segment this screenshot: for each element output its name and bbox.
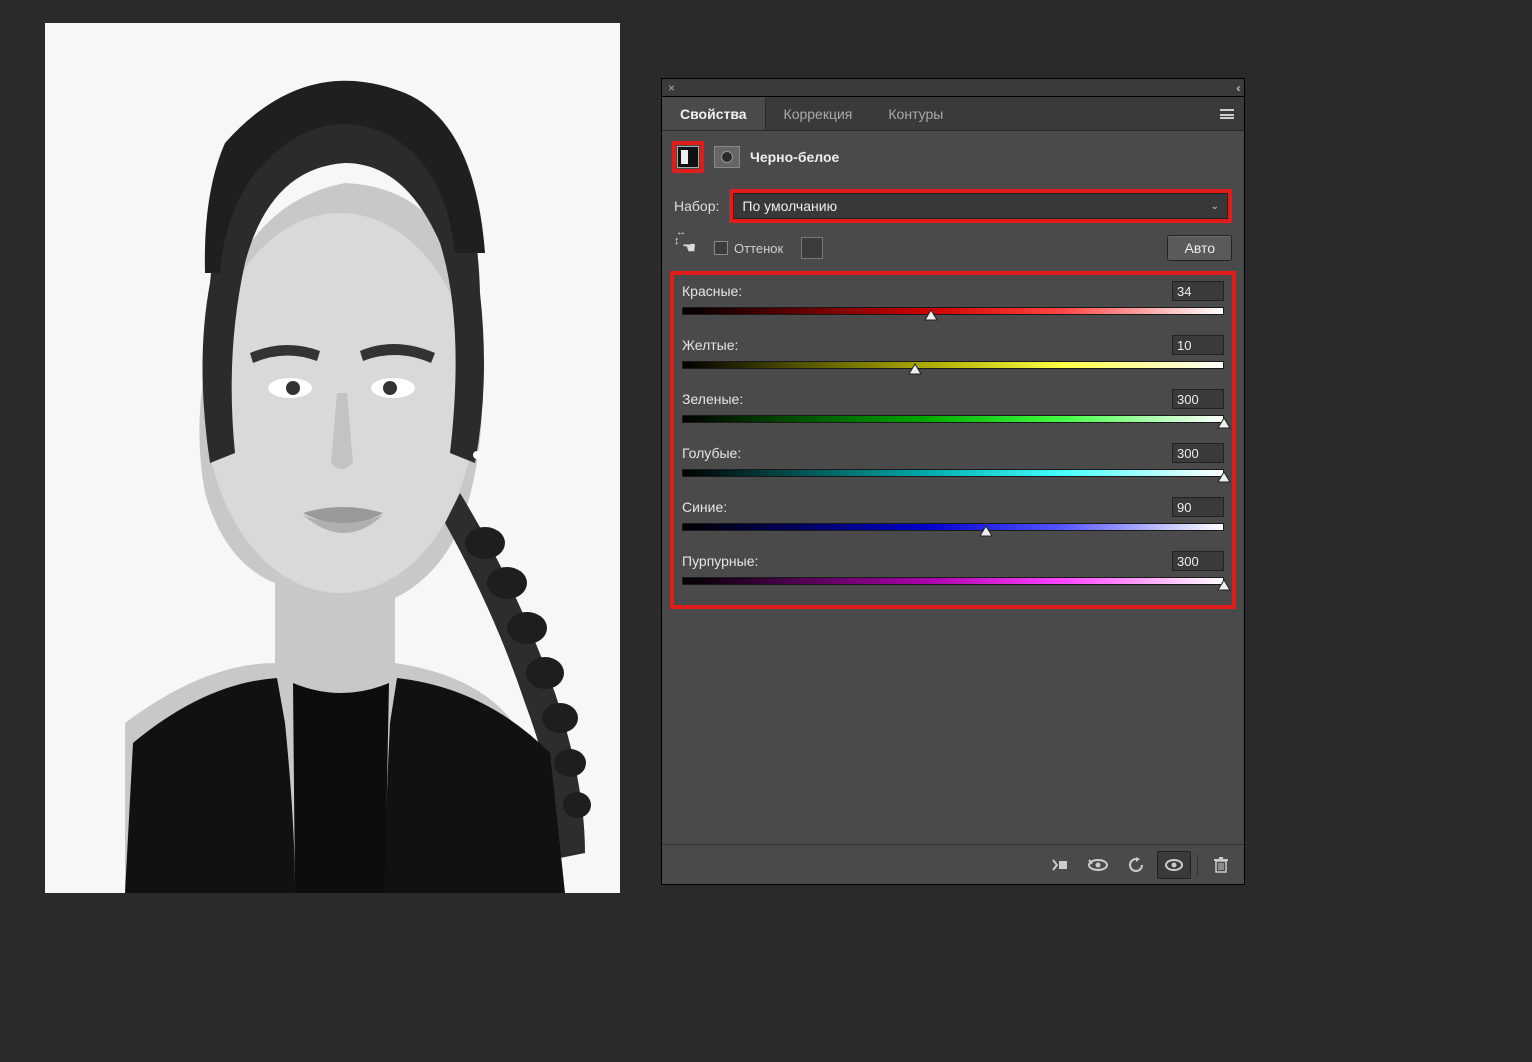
slider-blue-track[interactable] — [682, 523, 1224, 537]
footer-separator — [1197, 854, 1198, 876]
close-icon[interactable]: × — [668, 81, 675, 95]
auto-button[interactable]: Авто — [1167, 235, 1232, 261]
adjustment-title: Черно-белое — [750, 149, 839, 165]
highlight-adjustment-icon — [672, 141, 704, 173]
slider-yellow-track[interactable] — [682, 361, 1224, 375]
slider-magenta-track[interactable] — [682, 577, 1224, 591]
slider-cyan-label: Голубые: — [682, 445, 741, 461]
preset-label: Набор: — [674, 198, 719, 214]
slider-magenta-thumb[interactable] — [1217, 579, 1231, 591]
slider-green: Зеленые: — [682, 389, 1224, 429]
toggle-visibility-icon[interactable] — [1157, 851, 1191, 879]
highlight-preset-dropdown: По умолчанию ⌄ — [729, 189, 1232, 223]
bw-adjustment-icon[interactable] — [677, 146, 699, 168]
highlight-sliders: Красные: Желтые: — [670, 271, 1236, 609]
panel-footer — [662, 844, 1244, 884]
slider-yellow-thumb[interactable] — [908, 363, 922, 375]
clip-to-layer-icon[interactable] — [1043, 851, 1077, 879]
tint-color-swatch[interactable] — [801, 237, 823, 259]
tint-row: ☚ Оттенок Авто — [662, 231, 1244, 271]
slider-yellow: Желтые: — [682, 335, 1224, 375]
slider-green-thumb[interactable] — [1217, 417, 1231, 429]
slider-magenta-label: Пурпурные: — [682, 553, 758, 569]
slider-blue: Синие: — [682, 497, 1224, 537]
preset-dropdown[interactable]: По умолчанию ⌄ — [733, 193, 1228, 219]
tab-adjustments[interactable]: Коррекция — [766, 97, 871, 130]
slider-magenta: Пурпурные: — [682, 551, 1224, 591]
slider-cyan-thumb[interactable] — [1217, 471, 1231, 483]
slider-yellow-label: Желтые: — [682, 337, 738, 353]
slider-cyan-value[interactable] — [1172, 443, 1224, 463]
panel-menu-icon[interactable] — [1210, 97, 1244, 130]
reset-icon[interactable] — [1119, 851, 1153, 879]
adjustment-header: Черно-белое — [662, 131, 1244, 183]
slider-red-value[interactable] — [1172, 281, 1224, 301]
slider-yellow-value[interactable] — [1172, 335, 1224, 355]
slider-red-track[interactable] — [682, 307, 1224, 321]
slider-blue-value[interactable] — [1172, 497, 1224, 517]
tab-properties[interactable]: Свойства — [662, 97, 766, 130]
slider-red-thumb[interactable] — [924, 309, 938, 321]
preset-value: По умолчанию — [742, 198, 837, 214]
tint-label: Оттенок — [734, 241, 783, 256]
slider-red-label: Красные: — [682, 283, 742, 299]
slider-cyan-track[interactable] — [682, 469, 1224, 483]
panel-tabs: Свойства Коррекция Контуры — [662, 97, 1244, 131]
trash-icon[interactable] — [1204, 851, 1238, 879]
tab-paths[interactable]: Контуры — [870, 97, 961, 130]
collapse-icon[interactable]: ‹‹ — [1236, 81, 1238, 95]
slider-blue-label: Синие: — [682, 499, 727, 515]
properties-panel: × ‹‹ Свойства Коррекция Контуры Черно-бе… — [661, 78, 1245, 885]
slider-blue-thumb[interactable] — [979, 525, 993, 537]
slider-red: Красные: — [682, 281, 1224, 321]
canvas-image — [45, 23, 620, 893]
slider-green-value[interactable] — [1172, 389, 1224, 409]
slider-cyan: Голубые: — [682, 443, 1224, 483]
panel-titlebar: × ‹‹ — [662, 79, 1244, 97]
chevron-down-icon: ⌄ — [1211, 201, 1219, 212]
preset-row: Набор: По умолчанию ⌄ — [662, 183, 1244, 231]
tint-checkbox[interactable] — [714, 241, 728, 255]
slider-magenta-value[interactable] — [1172, 551, 1224, 571]
targeted-adjust-icon[interactable]: ☚ — [678, 237, 700, 259]
slider-green-label: Зеленые: — [682, 391, 743, 407]
view-previous-icon[interactable] — [1081, 851, 1115, 879]
slider-green-track[interactable] — [682, 415, 1224, 429]
layer-mask-icon[interactable] — [714, 146, 740, 168]
